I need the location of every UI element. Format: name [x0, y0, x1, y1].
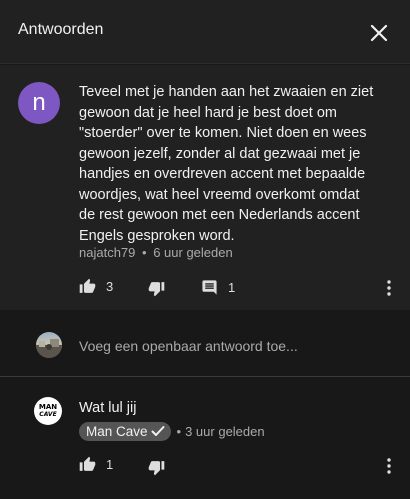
like-count: 3: [106, 279, 114, 294]
avatar-logo-line1: MAN: [38, 403, 58, 411]
avatar[interactable]: n: [18, 82, 60, 124]
user-photo-icon: [36, 339, 62, 358]
close-icon: [370, 24, 388, 42]
reply-composer: Voeg een openbaar antwoord toe...: [0, 318, 410, 374]
meta-separator: •: [176, 423, 182, 439]
reply-text: Wat lul jij: [79, 400, 137, 416]
comment-author[interactable]: najatch79: [79, 245, 135, 260]
like-button[interactable]: 1: [79, 456, 113, 473]
author-badge[interactable]: Man Cave: [79, 421, 171, 441]
more-vert-icon: [387, 458, 391, 474]
comment-meta: najatch79 • 6 uur geleden: [79, 245, 233, 260]
replies-header: Antwoorden: [0, 0, 410, 64]
comment-icon: [202, 280, 217, 295]
close-button[interactable]: [364, 18, 394, 48]
reply-input[interactable]: Voeg een openbaar antwoord toe...: [79, 338, 379, 354]
reply-time: 3 uur geleden: [185, 423, 265, 439]
meta-separator: •: [142, 245, 147, 260]
reply-count-button[interactable]: 1: [201, 279, 235, 296]
reply-count: 1: [228, 280, 236, 295]
parent-comment: n Teveel met je handen aan het zwaaien e…: [0, 65, 410, 310]
avatar-logo-line2: CAVE: [39, 411, 57, 418]
comment-actions: 3 1: [0, 275, 410, 301]
thumb-down-icon: [148, 282, 165, 297]
page-title: Antwoorden: [18, 21, 104, 38]
dislike-button[interactable]: [148, 459, 165, 476]
reply-author: Man Cave: [86, 423, 148, 439]
comment-time: 6 uur geleden: [153, 245, 233, 260]
like-count: 1: [106, 457, 114, 472]
comment-more-button[interactable]: [383, 279, 395, 302]
dislike-button[interactable]: [148, 280, 165, 297]
like-button[interactable]: 3: [79, 278, 113, 295]
reply-comment: MAN CAVE Wat lul jij Man Cave • 3 uur ge…: [0, 377, 410, 499]
checkmark-icon: [151, 426, 165, 436]
reply-meta: Man Cave • 3 uur geleden: [79, 421, 265, 441]
comment-text: Teveel met je handen aan het zwaaien en …: [79, 84, 374, 244]
avatar-letter: n: [32, 89, 46, 116]
avatar: [36, 332, 62, 358]
thumb-up-icon: [79, 456, 96, 471]
thumb-up-icon: [79, 278, 96, 293]
reply-more-button[interactable]: [383, 457, 395, 480]
avatar[interactable]: MAN CAVE: [34, 397, 62, 425]
more-vert-icon: [387, 280, 391, 296]
thumb-down-icon: [148, 461, 165, 476]
